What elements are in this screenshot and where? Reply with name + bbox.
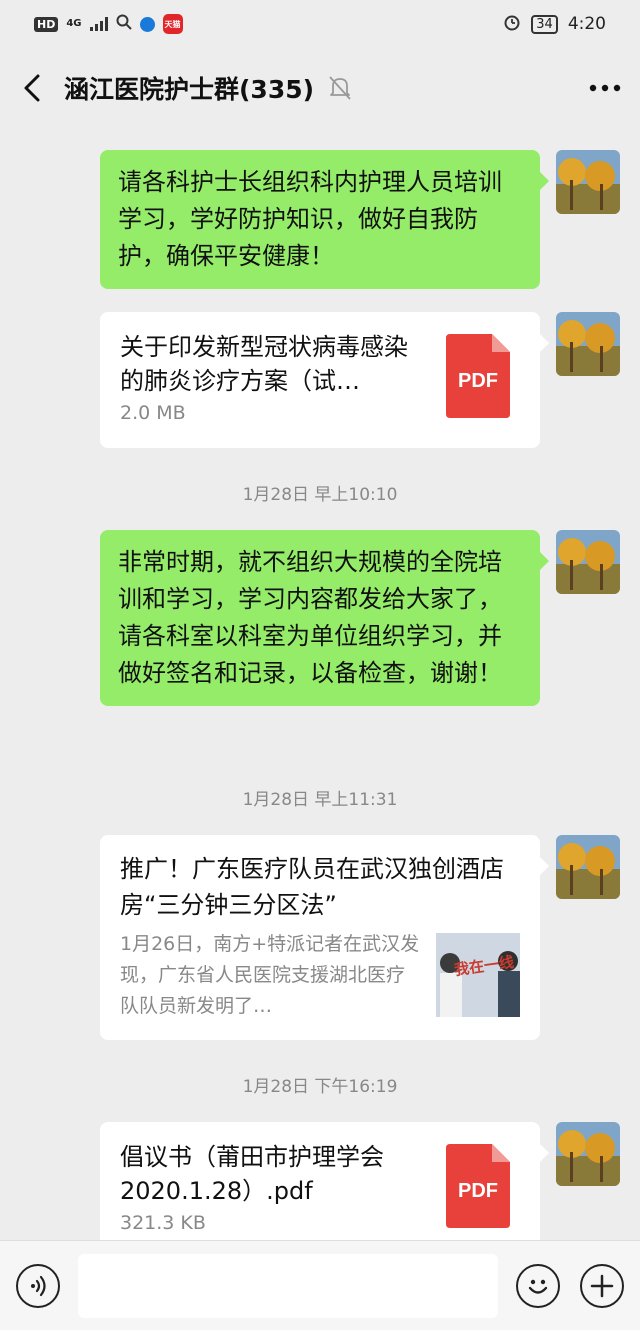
more-button[interactable] xyxy=(570,48,640,128)
link-thumbnail: 我在一线 xyxy=(436,933,520,1017)
message-input[interactable] xyxy=(78,1253,498,1318)
clock: 4:20 xyxy=(567,14,606,34)
chat-title: 涵江医院护士群(335) xyxy=(64,75,315,104)
status-bar: HD 4G 天猫 34 4:20 xyxy=(0,0,640,48)
file-message[interactable]: 倡议书（莆田市护理学会2020.1.28）.pdf 321.3 KB PDF xyxy=(100,1122,549,1258)
signal-icon xyxy=(89,17,108,31)
link-message[interactable]: 推广！广东医疗队员在武汉独创酒店房“三分钟三分区法” 1月26日，南方+特派记者… xyxy=(100,835,549,1040)
pdf-label: PDF xyxy=(458,1180,498,1202)
file-message[interactable]: 关于印发新型冠状病毒感染的肺炎诊疗方案（试… 2.0 MB PDF xyxy=(100,312,549,448)
status-left: HD 4G 天猫 xyxy=(34,14,183,35)
status-right: 34 4:20 xyxy=(503,13,606,36)
file-name: 倡议书（莆田市护理学会2020.1.28）.pdf xyxy=(120,1143,384,1205)
back-arrow-icon xyxy=(24,74,40,102)
message-bubble[interactable]: 非常时期，就不组织大规模的全院培训和学习，学习内容都发给大家了，请各科室以科室为… xyxy=(100,530,549,706)
message-bubble[interactable]: 请各科护士长组织科内护理人员培训学习，学好防护知识，做好自我防护，确保平安健康！ xyxy=(100,150,549,289)
back-button[interactable] xyxy=(0,48,64,128)
chat-header: 涵江医院护士群(335) xyxy=(0,48,640,128)
file-name: 关于印发新型冠状病毒感染的肺炎诊疗方案（试… xyxy=(120,333,408,395)
avatar[interactable] xyxy=(556,150,620,214)
hd-indicator: HD xyxy=(34,16,59,32)
mute-bell-icon xyxy=(328,75,352,101)
pdf-file-icon: PDF xyxy=(446,1144,510,1228)
voice-button[interactable] xyxy=(16,1263,60,1308)
avatar[interactable] xyxy=(556,312,620,376)
battery-indicator: 34 xyxy=(531,14,558,34)
voice-icon xyxy=(31,1275,46,1296)
pdf-file-icon: PDF xyxy=(446,334,510,418)
timestamp: 1月28日 早上11:31 xyxy=(242,790,398,810)
pdf-label: PDF xyxy=(458,370,498,392)
timestamp: 1月28日 下午16:19 xyxy=(242,1077,398,1097)
link-body: 1月26日，南方+特派记者在武汉发现，广东省人民医院支援湖北医疗队队员新发明了…… xyxy=(120,929,520,1022)
input-bar xyxy=(0,1240,640,1330)
search-icon xyxy=(116,14,132,35)
alarm-icon xyxy=(503,13,521,36)
emoji-icon xyxy=(528,1279,548,1294)
emoji-button[interactable] xyxy=(516,1263,560,1308)
avatar[interactable] xyxy=(556,835,620,899)
tmall-icon: 天猫 xyxy=(162,14,183,34)
link-title: 推广！广东医疗队员在武汉独创酒店房“三分钟三分区法” xyxy=(120,855,504,919)
more-icon xyxy=(589,84,621,92)
plus-icon xyxy=(590,1274,614,1297)
timestamp: 1月28日 早上10:10 xyxy=(242,485,398,505)
browser-icon xyxy=(139,16,155,32)
link-description: 1月26日，南方+特派记者在武汉发现，广东省人民医院支援湖北医疗队队员新发明了… xyxy=(120,933,420,1017)
network-type: 4G xyxy=(66,18,82,29)
avatar[interactable] xyxy=(556,1122,620,1186)
avatar[interactable] xyxy=(556,530,620,594)
plus-button[interactable] xyxy=(580,1263,624,1308)
